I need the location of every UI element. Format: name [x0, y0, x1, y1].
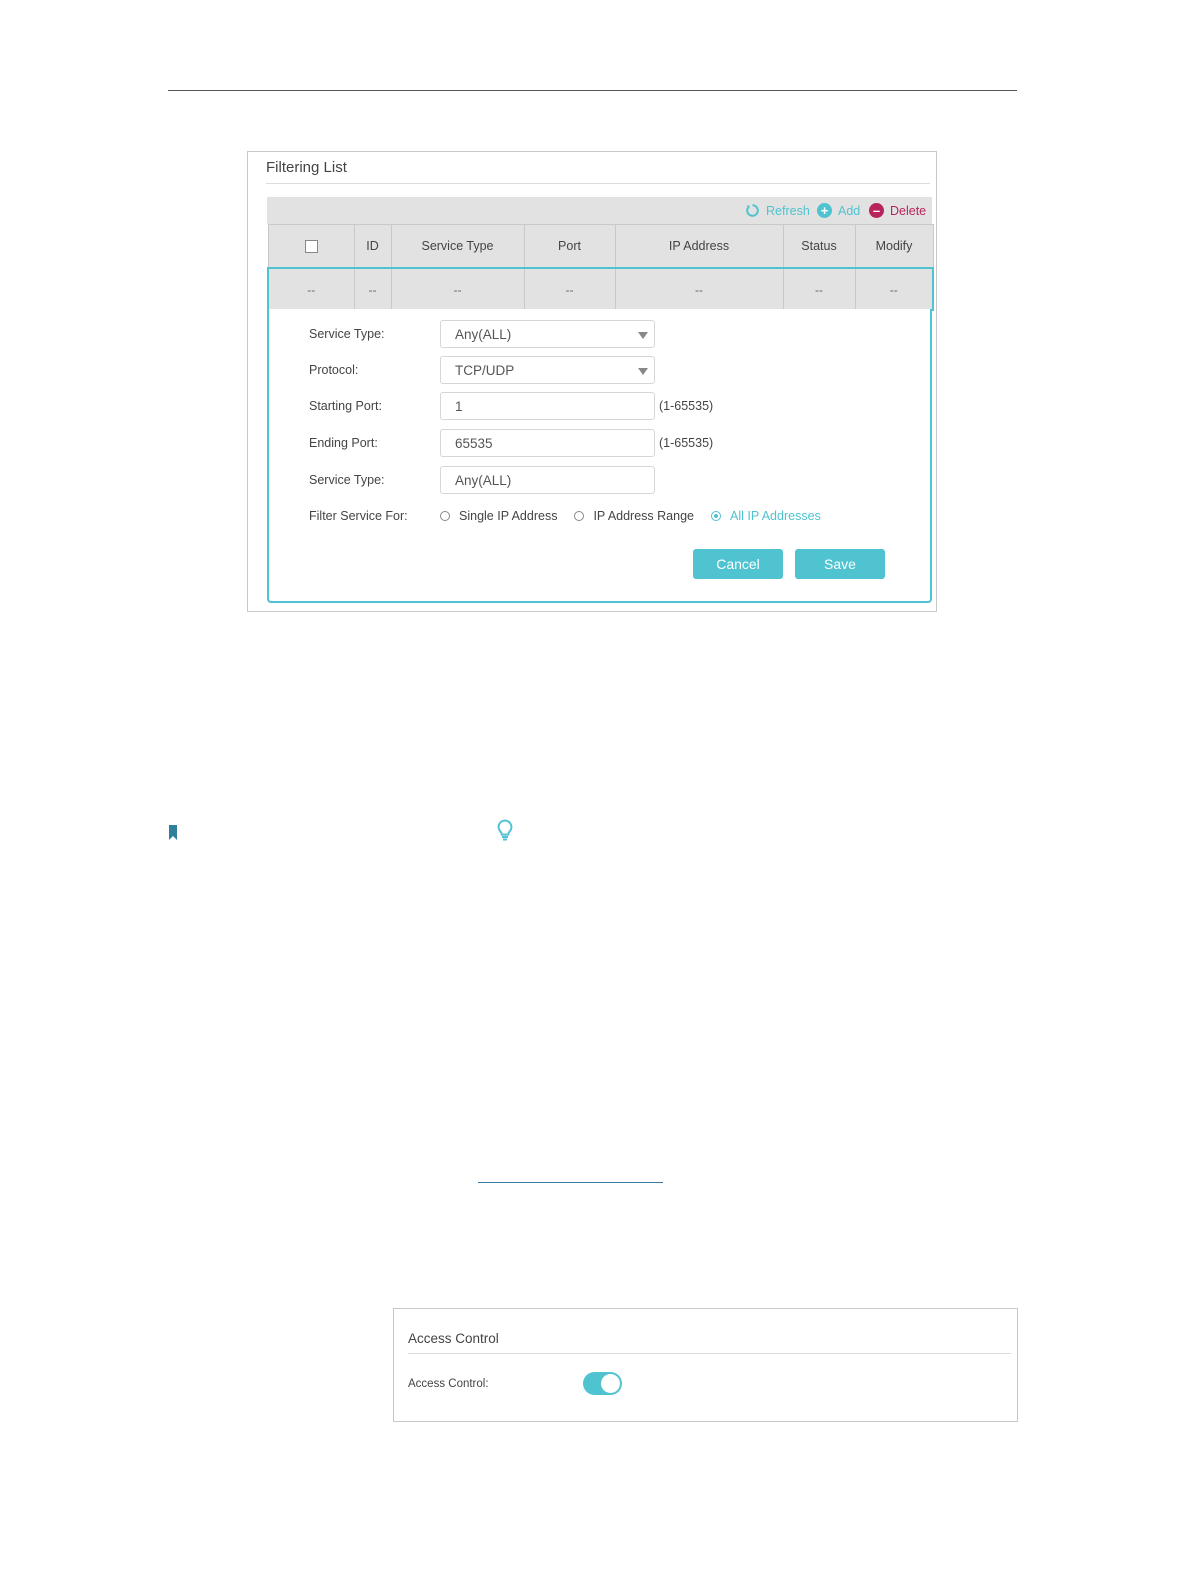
lightbulb-icon — [496, 819, 514, 846]
table-cell: -- — [855, 267, 934, 311]
table-header-row: ID Service Type Port IP Address Status M… — [267, 224, 934, 268]
service-type-value: Any(ALL) — [455, 326, 512, 342]
service-type-row: Service Type: Any(ALL) — [309, 319, 655, 349]
service-type-2-label: Service Type: — [309, 473, 385, 487]
divider — [266, 183, 930, 184]
starting-port-value: 1 — [455, 398, 463, 414]
divider — [408, 1353, 1011, 1354]
page-header-rule — [168, 90, 1017, 91]
radio-circle — [574, 511, 585, 521]
table-cell: -- — [354, 267, 392, 311]
service-type-label: Service Type: — [309, 327, 385, 341]
table-cell: -- — [783, 267, 856, 311]
table-cell: -- — [524, 267, 616, 311]
link-underline — [478, 1182, 663, 1183]
protocol-label: Protocol: — [309, 363, 359, 377]
refresh-button[interactable]: Refresh — [745, 203, 810, 218]
refresh-icon — [745, 203, 760, 218]
ending-port-hint: (1-65535) — [659, 436, 714, 450]
column-header-id: ID — [354, 224, 392, 268]
bookmark-icon — [168, 825, 178, 845]
ending-port-input[interactable]: 65535 — [440, 429, 655, 457]
ending-port-value: 65535 — [455, 435, 493, 451]
protocol-row: Protocol: TCP/UDP — [309, 355, 655, 385]
panel-title: Access Control — [408, 1331, 499, 1346]
starting-port-hint: (1-65535) — [659, 399, 714, 413]
table-cell: -- — [615, 267, 784, 311]
filter-service-for-label: Filter Service For: — [309, 509, 408, 523]
refresh-label: Refresh — [766, 203, 810, 218]
cancel-button[interactable]: Cancel — [693, 549, 783, 579]
column-header-status: Status — [783, 224, 856, 268]
table-cell: -- — [391, 267, 525, 311]
service-type-2-value: Any(ALL) — [455, 472, 512, 488]
radio-ip-range[interactable]: IP Address Range — [574, 509, 694, 523]
service-type-select[interactable]: Any(ALL) — [440, 320, 655, 348]
filter-radio-group: Single IP Address IP Address Range All I… — [440, 509, 838, 523]
protocol-value: TCP/UDP — [455, 362, 515, 378]
filtering-table: ID Service Type Port IP Address Status M… — [267, 224, 934, 311]
delete-label: Delete — [890, 203, 927, 218]
dropdown-caret-icon — [638, 368, 648, 375]
filtering-list-panel: Filtering List Refresh + Add – Delete ID… — [247, 151, 937, 612]
select-all-column — [267, 224, 355, 268]
ending-port-label: Ending Port: — [309, 436, 378, 450]
add-icon: + — [817, 203, 832, 218]
access-control-label: Access Control: — [408, 1378, 489, 1390]
service-type-2-row: Service Type: Any(ALL) — [309, 465, 655, 495]
dropdown-caret-icon — [638, 332, 648, 339]
filter-service-for-row: Filter Service For: Single IP Address IP… — [309, 501, 838, 531]
panel-title: Filtering List — [266, 159, 347, 176]
column-header-service-type: Service Type — [391, 224, 525, 268]
table-row: -- -- -- -- -- -- -- — [267, 267, 934, 311]
table-cell: -- — [267, 267, 355, 311]
starting-port-row: Starting Port: 1 (1-65535) — [309, 391, 713, 421]
add-label: Add — [838, 203, 861, 218]
select-all-checkbox[interactable] — [304, 240, 318, 254]
column-header-modify: Modify — [855, 224, 934, 268]
column-header-ip-address: IP Address — [615, 224, 784, 268]
starting-port-input[interactable]: 1 — [440, 392, 655, 420]
access-control-panel: Access Control Access Control: — [393, 1308, 1018, 1422]
radio-single-ip[interactable]: Single IP Address — [440, 509, 557, 523]
delete-icon: – — [869, 203, 884, 218]
save-button[interactable]: Save — [795, 549, 885, 579]
starting-port-label: Starting Port: — [309, 399, 382, 413]
ending-port-row: Ending Port: 65535 (1-65535) — [309, 428, 713, 458]
access-control-toggle[interactable] — [583, 1372, 622, 1395]
entry-edit-form: Service Type: Any(ALL) Protocol: TCP/UDP… — [267, 309, 932, 603]
add-button[interactable]: + Add — [817, 203, 860, 218]
radio-circle-selected — [710, 511, 721, 521]
delete-button[interactable]: – Delete — [869, 203, 926, 218]
table-toolbar: Refresh + Add – Delete — [267, 197, 932, 224]
radio-all-ip[interactable]: All IP Addresses — [710, 509, 821, 523]
column-header-port: Port — [524, 224, 616, 268]
radio-label: Single IP Address — [459, 509, 558, 523]
radio-label: All IP Addresses — [729, 509, 821, 523]
toggle-knob — [601, 1374, 620, 1393]
service-type-2-field[interactable]: Any(ALL) — [440, 466, 655, 494]
radio-label: IP Address Range — [593, 509, 694, 523]
radio-circle — [440, 511, 450, 521]
protocol-select[interactable]: TCP/UDP — [440, 356, 655, 384]
